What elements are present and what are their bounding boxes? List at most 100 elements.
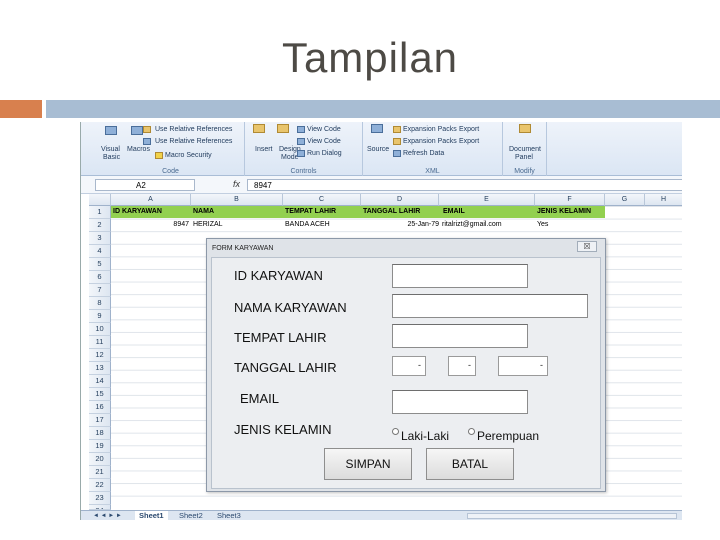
close-icon[interactable]: ☒ (577, 241, 597, 252)
cell-e1[interactable]: EMAIL (443, 206, 465, 218)
simpan-button[interactable]: SIMPAN (324, 448, 412, 480)
basic-label[interactable]: Basic (103, 154, 120, 161)
formula-input[interactable]: 8947 (247, 179, 682, 191)
row-header[interactable]: 4 (89, 245, 111, 258)
col-header-e[interactable]: E (439, 194, 535, 206)
col-header-a[interactable]: A (111, 194, 191, 206)
col-header-c[interactable]: C (283, 194, 361, 206)
row-header[interactable]: 19 (89, 440, 111, 453)
row-header[interactable]: 15 (89, 388, 111, 401)
export-label[interactable]: Export (459, 138, 479, 145)
visual-label[interactable]: Visual (101, 146, 120, 153)
horizontal-scrollbar[interactable] (467, 513, 677, 519)
macro-security[interactable]: Macro Security (165, 152, 212, 159)
row-header[interactable]: 13 (89, 362, 111, 375)
record-macro-icon[interactable] (143, 126, 151, 133)
id-karyawan-input[interactable] (392, 264, 528, 288)
radio-perempuan[interactable]: Perempuan (468, 428, 539, 443)
row-header[interactable]: 17 (89, 414, 111, 427)
properties-label[interactable]: View Code (307, 126, 341, 133)
row-header[interactable]: 20 (89, 453, 111, 466)
tab-sheet1[interactable]: Sheet1 (135, 511, 168, 520)
import-label[interactable]: Export (459, 126, 479, 133)
row-header[interactable]: 23 (89, 492, 111, 505)
document-panel-icon[interactable] (519, 124, 531, 133)
day-combo[interactable]: - (392, 356, 426, 376)
use-relative-references-2[interactable]: Use Relative References (155, 138, 232, 145)
row-header[interactable]: 18 (89, 427, 111, 440)
visual-basic-icon[interactable] (105, 126, 117, 135)
use-relative-references[interactable]: Use Relative References (155, 126, 232, 133)
insert-icon[interactable] (253, 124, 265, 133)
map-properties-icon[interactable] (393, 126, 401, 133)
insert-sheet-icon[interactable] (251, 511, 265, 520)
tab-sheet3[interactable]: Sheet3 (213, 511, 245, 520)
col-header-h[interactable]: H (645, 194, 682, 206)
month-combo[interactable]: - (448, 356, 476, 376)
dropdown-arrow-icon[interactable]: - (538, 359, 545, 373)
cell-b1[interactable]: NAMA (193, 206, 214, 218)
cell-a2[interactable]: 8947 (111, 219, 189, 231)
refresh-data-label[interactable]: Refresh Data (403, 150, 444, 157)
cell-e2[interactable]: ritalrizt@gmail.com (442, 219, 502, 231)
row-header[interactable]: 9 (89, 310, 111, 323)
cell-c2[interactable]: BANDA ACEH (285, 219, 330, 231)
relative-ref-icon[interactable] (143, 138, 151, 145)
refresh-data-icon[interactable] (393, 150, 401, 157)
panel-label[interactable]: Panel (515, 154, 533, 161)
nama-karyawan-input[interactable] (392, 294, 588, 318)
email-input[interactable] (392, 390, 528, 414)
view-code-label[interactable]: View Code (307, 138, 341, 145)
row-header[interactable]: 6 (89, 271, 111, 284)
radio-laki-laki[interactable]: Laki-Laki (392, 428, 449, 443)
expansion-packs-label-2[interactable]: Expansion Packs (403, 138, 457, 145)
fx-icon[interactable]: fx (233, 179, 240, 189)
col-header-g[interactable]: G (605, 194, 645, 206)
insert-label[interactable]: Insert (255, 146, 273, 153)
view-code-icon[interactable] (297, 138, 305, 145)
row-header[interactable]: 3 (89, 232, 111, 245)
cell-d1[interactable]: TANGGAL LAHIR (363, 206, 420, 218)
cell-d2[interactable]: 25-Jan-79 (361, 219, 439, 231)
select-all-corner[interactable] (89, 194, 111, 206)
dropdown-arrow-icon[interactable]: - (466, 359, 473, 373)
name-box[interactable]: A2 (95, 179, 195, 191)
row-header[interactable]: 5 (89, 258, 111, 271)
mode-label[interactable]: Mode (281, 154, 299, 161)
col-header-f[interactable]: F (535, 194, 605, 206)
design-mode-icon[interactable] (277, 124, 289, 133)
radio-dot-icon[interactable] (392, 428, 399, 435)
row-header[interactable]: 21 (89, 466, 111, 479)
tab-nav-arrows[interactable]: ◄ ◄ ► ► (89, 511, 126, 520)
expansion-packs-icon[interactable] (393, 138, 401, 145)
macros-icon[interactable] (131, 126, 143, 135)
row-header[interactable]: 12 (89, 349, 111, 362)
macros-label[interactable]: Macros (127, 146, 150, 153)
col-header-d[interactable]: D (361, 194, 439, 206)
document-label[interactable]: Document (509, 146, 541, 153)
row-header[interactable]: 8 (89, 297, 111, 310)
row-header[interactable]: 16 (89, 401, 111, 414)
source-icon[interactable] (371, 124, 383, 133)
row-header[interactable]: 14 (89, 375, 111, 388)
col-header-b[interactable]: B (191, 194, 283, 206)
properties-icon[interactable] (297, 126, 305, 133)
dropdown-arrow-icon[interactable]: - (416, 359, 423, 373)
row-header[interactable]: 11 (89, 336, 111, 349)
source-label[interactable]: Source (367, 146, 389, 153)
tempat-lahir-input[interactable] (392, 324, 528, 348)
expansion-packs-label[interactable]: Expansion Packs (403, 126, 457, 133)
cell-c1[interactable]: TEMPAT LAHIR (285, 206, 336, 218)
cell-f2[interactable]: Yes (537, 219, 548, 231)
run-dialog-label[interactable]: Run Dialog (307, 150, 342, 157)
run-dialog-icon[interactable] (297, 150, 305, 157)
row-header[interactable]: 7 (89, 284, 111, 297)
cell-b2[interactable]: HERIZAL (193, 219, 223, 231)
batal-button[interactable]: BATAL (426, 448, 514, 480)
row-header[interactable]: 2 (89, 219, 111, 232)
row-header[interactable]: 10 (89, 323, 111, 336)
cell-f1[interactable]: JENIS KELAMIN (537, 206, 591, 218)
cell-a1[interactable]: ID KARYAWAN (113, 206, 162, 218)
row-header[interactable]: 1 (89, 206, 111, 219)
row-header[interactable]: 22 (89, 479, 111, 492)
